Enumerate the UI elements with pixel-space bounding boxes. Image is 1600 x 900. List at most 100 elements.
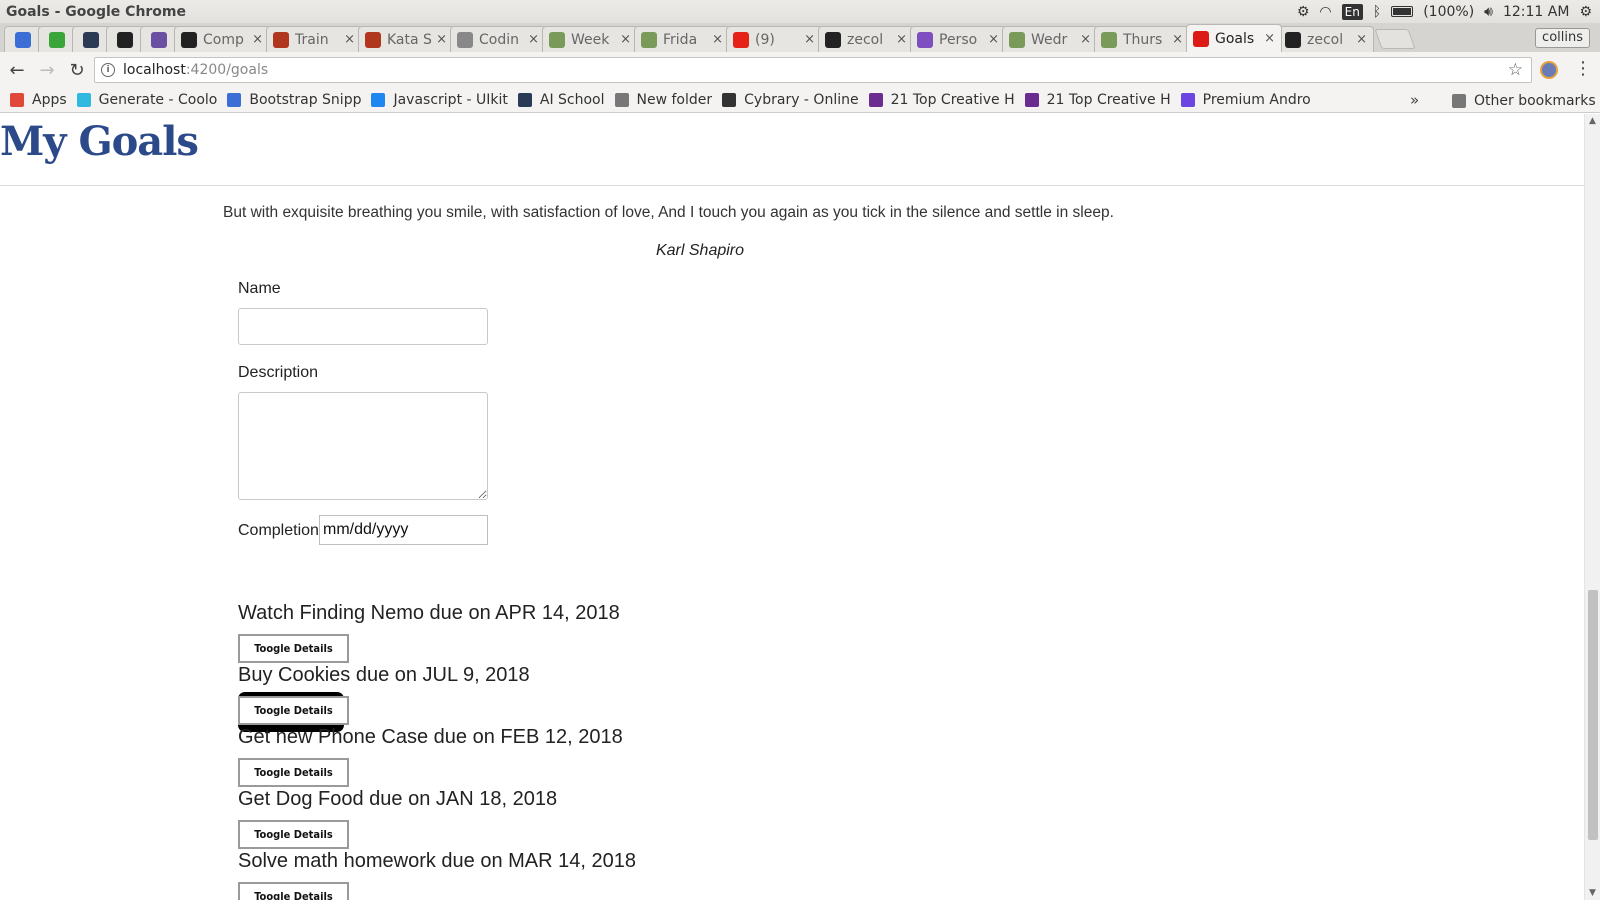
- toggle-details-button[interactable]: Toogle Details: [238, 634, 349, 663]
- browser-tab[interactable]: [72, 26, 110, 52]
- system-tray: ⚙ ◠ En ᛒ (100%) 🔊︎ 12:11 AM ⚙: [1297, 0, 1592, 23]
- browser-tab[interactable]: Wedr ×: [1002, 26, 1098, 52]
- scrollbar-thumb[interactable]: [1588, 590, 1598, 840]
- document-icon: [457, 31, 473, 48]
- new-tab-button[interactable]: [1374, 29, 1416, 49]
- tab-close-icon[interactable]: ×: [1172, 32, 1183, 47]
- browser-tab[interactable]: Frida ×: [634, 26, 730, 52]
- site-info-icon[interactable]: i: [101, 63, 115, 77]
- profile-button[interactable]: collins: [1535, 28, 1590, 48]
- goal-text: Get Dog Food due on JAN 18, 2018: [238, 788, 558, 810]
- tab-close-icon[interactable]: ×: [804, 32, 815, 47]
- toggle-details-button[interactable]: Toogle Details: [238, 696, 349, 725]
- tree-icon: [549, 31, 565, 48]
- browser-tab[interactable]: [38, 26, 76, 52]
- bluetooth-icon[interactable]: ᛒ: [1373, 4, 1381, 20]
- bookmark-star-icon[interactable]: ☆: [1508, 60, 1523, 80]
- browser-tab[interactable]: Goals ×: [1186, 24, 1282, 52]
- description-label: Description: [238, 364, 319, 381]
- bookmark-item[interactable]: 21 Top Creative H: [868, 92, 1015, 108]
- tab-close-icon[interactable]: ×: [1264, 31, 1275, 46]
- apps-grid-icon: [10, 93, 24, 107]
- browser-tab[interactable]: [140, 26, 178, 52]
- bookmark-label: Premium Andro: [1202, 92, 1311, 108]
- browser-tab[interactable]: zecol ×: [818, 26, 914, 52]
- browser-tab[interactable]: [106, 26, 144, 52]
- bookmark-item[interactable]: Generate - Coolo: [76, 92, 217, 108]
- tab-close-icon[interactable]: ×: [1080, 32, 1091, 47]
- page-scrollbar[interactable]: ▲ ▼: [1584, 114, 1600, 900]
- colorlib-icon: [1024, 93, 1039, 107]
- clock[interactable]: 12:11 AM: [1503, 4, 1569, 20]
- tab-close-icon[interactable]: ×: [712, 32, 723, 47]
- keyboard-layout-indicator[interactable]: En: [1341, 3, 1363, 20]
- tab-label: Train: [295, 31, 329, 48]
- scroll-down-arrow-icon[interactable]: ▼: [1589, 888, 1596, 898]
- tab-close-icon[interactable]: ×: [1356, 32, 1367, 47]
- extension-icon[interactable]: [1540, 61, 1558, 79]
- bookmark-item[interactable]: Cybrary - Online: [722, 92, 859, 108]
- battery-percent: (100%): [1423, 3, 1475, 20]
- colorlib-icon: [868, 93, 883, 107]
- browser-tab[interactable]: Thurs ×: [1094, 26, 1190, 52]
- bookmarks-overflow-icon[interactable]: »: [1410, 91, 1419, 109]
- bookmark-label: Javascript - UIkit: [393, 92, 508, 108]
- bootstrap-icon: [227, 93, 242, 107]
- tab-close-icon[interactable]: ×: [896, 32, 907, 47]
- other-bookmarks[interactable]: Other bookmarks: [1452, 88, 1596, 113]
- tab-close-icon[interactable]: ×: [988, 32, 999, 47]
- tab-close-icon[interactable]: ×: [252, 32, 263, 47]
- browser-tab[interactable]: (9) ×: [726, 26, 822, 52]
- peace-icon: [151, 31, 167, 48]
- toggle-details-button[interactable]: Toogle Details: [238, 882, 349, 900]
- back-arrow-icon[interactable]: ←: [4, 57, 30, 83]
- youtube-icon: [733, 31, 749, 48]
- bookmark-item[interactable]: Apps: [10, 92, 67, 108]
- tree-icon: [1009, 31, 1025, 48]
- quote-text: But with exquisite breathing you smile, …: [223, 204, 1114, 221]
- uikit-icon: [371, 93, 386, 107]
- bookmark-item[interactable]: Javascript - UIkit: [371, 92, 508, 108]
- toggle-details-button[interactable]: Toogle Details: [238, 758, 349, 787]
- browser-tab[interactable]: Kata S ×: [358, 26, 454, 52]
- browser-tab[interactable]: Train ×: [266, 26, 362, 52]
- forward-arrow-icon[interactable]: →: [34, 57, 60, 83]
- browser-tab[interactable]: Week ×: [542, 26, 638, 52]
- browser-tab[interactable]: Comp ×: [174, 26, 270, 52]
- address-bar[interactable]: i localhost :4200/goals ☆: [94, 57, 1532, 83]
- goal-text: Solve math homework due on MAR 14, 2018: [238, 850, 636, 872]
- toggle-details-button[interactable]: Toogle Details: [238, 820, 349, 849]
- tab-label: zecol: [1307, 31, 1344, 48]
- codewars-icon: [365, 31, 381, 48]
- bookmark-item[interactable]: 21 Top Creative H: [1024, 92, 1171, 108]
- bookmark-label: Cybrary - Online: [744, 92, 859, 108]
- bookmark-item[interactable]: New folder: [614, 92, 712, 108]
- battery-icon[interactable]: [1391, 6, 1414, 17]
- heroku-icon: [917, 31, 933, 48]
- browser-tab[interactable]: Perso ×: [910, 26, 1006, 52]
- upwork-icon: [1180, 93, 1195, 107]
- chrome-menu-icon[interactable]: ⋮: [1574, 58, 1592, 79]
- bookmark-label: AI School: [539, 92, 605, 108]
- bookmark-item[interactable]: Premium Andro: [1180, 92, 1311, 108]
- reload-icon[interactable]: ↻: [64, 57, 90, 83]
- volume-icon[interactable]: 🔊︎: [1484, 4, 1493, 20]
- bookmark-item[interactable]: Bootstrap Snipp: [227, 92, 361, 108]
- tab-close-icon[interactable]: ×: [528, 32, 539, 47]
- tab-close-icon[interactable]: ×: [620, 32, 631, 47]
- browser-tab[interactable]: Codin ×: [450, 26, 546, 52]
- bookmark-item[interactable]: AI School: [517, 92, 605, 108]
- settings-tray-icon[interactable]: ⚙: [1297, 4, 1310, 20]
- browser-tab[interactable]: zecol ×: [1278, 26, 1374, 52]
- scroll-up-arrow-icon[interactable]: ▲: [1589, 116, 1596, 126]
- tab-close-icon[interactable]: ×: [344, 32, 355, 47]
- wifi-icon[interactable]: ◠: [1319, 4, 1331, 20]
- browser-tab[interactable]: [4, 26, 42, 52]
- tab-close-icon[interactable]: ×: [436, 32, 447, 47]
- description-textarea[interactable]: [238, 392, 488, 500]
- goal-text: Buy Cookies due on JUL 9, 2018: [238, 664, 530, 686]
- power-gear-icon[interactable]: ⚙: [1579, 4, 1592, 20]
- angular-icon: [1193, 30, 1209, 47]
- name-input[interactable]: [238, 308, 488, 345]
- completion-date-input[interactable]: mm/dd/yyyy: [319, 515, 488, 545]
